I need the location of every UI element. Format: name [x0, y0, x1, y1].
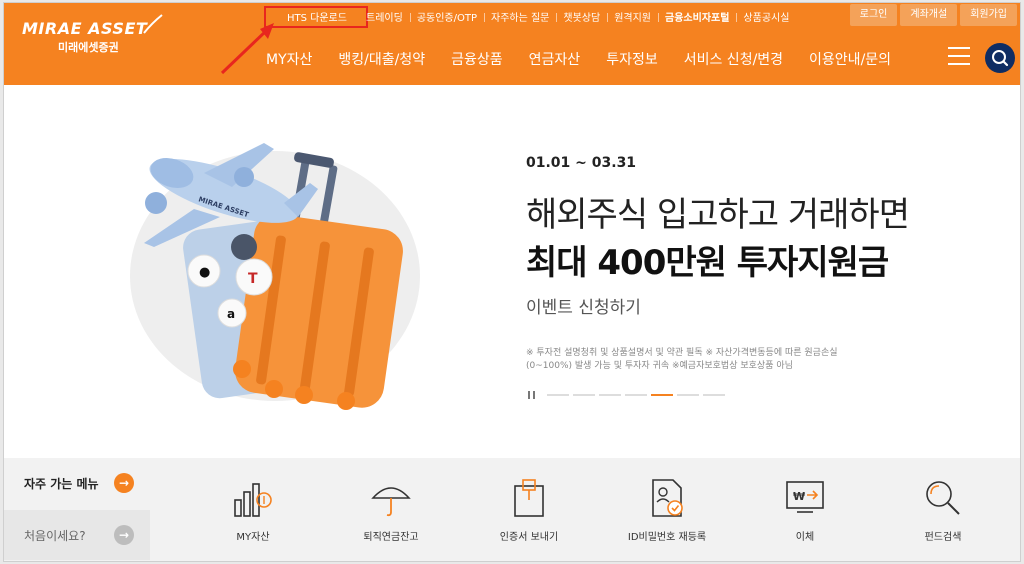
site-header: MIRAE ASSET 미래에셋증권 HTS 다운로드 트레이딩 공동인증/OT…	[4, 3, 1020, 85]
util-link-chatbot[interactable]: 챗봇상담	[556, 9, 607, 24]
event-disclaimer-line2: (0~100%) 발생 가능 및 투자자 귀속 ※예금자보호법상 보호상품 아님	[526, 361, 793, 371]
pause-icon[interactable]	[528, 391, 535, 399]
logo-subtext: 미래에셋증권	[58, 41, 119, 54]
logo-swoosh-icon	[143, 14, 163, 34]
logo[interactable]: MIRAE ASSET 미래에셋증권	[22, 14, 163, 55]
hamburger-menu-icon[interactable]	[948, 47, 970, 65]
quick-item-id-password[interactable]: ID비밀번호 재등록	[602, 478, 732, 543]
svg-text:a: a	[227, 307, 235, 321]
arrow-right-icon: →	[114, 525, 134, 545]
slide-indicator[interactable]	[625, 394, 647, 396]
quick-item-label: 퇴직연금잔고	[363, 532, 419, 543]
util-link-remote-support[interactable]: 원격지원	[607, 9, 658, 24]
transfer-icon: ₩	[786, 481, 824, 513]
browser-page: MIRAE ASSET 미래에셋증권 HTS 다운로드 트레이딩 공동인증/OT…	[3, 2, 1021, 562]
event-disclaimer-line1: ※ 투자전 설명청취 및 상품설명서 및 약관 필독 ※ 자산가격변동등에 따른…	[526, 348, 838, 358]
util-link-trading[interactable]: 트레이딩	[359, 9, 410, 24]
quick-item-transfer[interactable]: ₩ 이체	[740, 478, 870, 543]
hero-banner[interactable]: ● T a MIRAE ASSET 01.01 ~ 03.31 해외주식 입고하…	[4, 85, 1020, 457]
frequent-menu-tab[interactable]: 자주 가는 메뉴 →	[4, 458, 150, 508]
umbrella-icon	[371, 487, 411, 517]
quick-item-my-assets[interactable]: MY자산	[188, 478, 318, 543]
event-subheadline: 최대 400만원 투자지원금	[526, 243, 889, 283]
quick-menu-bar: 자주 가는 메뉴 → 처음이세요? → MY자산 퇴직연금잔고 인증서 보내기 …	[4, 458, 1020, 561]
quick-item-label: ID비밀번호 재등록	[627, 532, 707, 543]
logo-text: MIRAE ASSET	[22, 19, 148, 38]
utility-nav: 트레이딩 공동인증/OTP 자주하는 질문 챗봇상담 원격지원 금융소비자포털 …	[359, 7, 796, 25]
slide-indicator-active[interactable]	[651, 394, 673, 396]
login-button[interactable]: 로그인	[849, 4, 898, 26]
slide-indicator[interactable]	[573, 394, 595, 396]
event-disclaimer: ※ 투자전 설명청취 및 상품설명서 및 약관 필독 ※ 자산가격변동등에 따른…	[526, 347, 886, 373]
nav-service-request[interactable]: 서비스 신청/변경	[684, 49, 783, 69]
event-apply-link[interactable]: 이벤트 신청하기	[526, 293, 641, 318]
arrow-right-icon: →	[114, 473, 134, 493]
quick-item-retirement-pension[interactable]: 퇴직연금잔고	[326, 478, 456, 543]
asset-chart-icon	[234, 483, 272, 517]
suitcase-airplane-illustration: ● T a MIRAE ASSET	[144, 143, 403, 410]
quick-item-fund-search[interactable]: 펀드검색	[878, 478, 1008, 543]
slider-controls	[528, 391, 729, 399]
nav-banking[interactable]: 뱅킹/대출/청약	[338, 49, 425, 69]
id-document-icon	[652, 479, 683, 517]
slide-indicator[interactable]	[547, 394, 569, 396]
quick-item-label: 인증서 보내기	[499, 532, 559, 543]
open-account-button[interactable]: 계좌개설	[900, 4, 958, 26]
nav-help[interactable]: 이용안내/문의	[809, 49, 891, 69]
first-visit-label: 처음이세요?	[24, 528, 86, 543]
search-button[interactable]	[985, 43, 1015, 73]
first-visit-tab[interactable]: 처음이세요? →	[4, 510, 150, 560]
auth-buttons: 로그인 계좌개설 회원가입	[849, 4, 1017, 26]
quick-menu-side: 자주 가는 메뉴 → 처음이세요? →	[4, 458, 150, 561]
nav-pension[interactable]: 연금자산	[529, 49, 581, 69]
svg-text:●: ●	[199, 265, 210, 280]
slide-indicator[interactable]	[677, 394, 699, 396]
quick-item-label: 이체	[795, 532, 815, 543]
event-headline: 해외주식 입고하고 거래하면	[526, 195, 910, 235]
util-link-faq[interactable]: 자주하는 질문	[484, 9, 556, 24]
util-link-consumer-portal[interactable]: 금융소비자포털	[658, 9, 736, 24]
magnifier-icon	[926, 481, 960, 515]
nav-my-assets[interactable]: MY자산	[266, 49, 312, 69]
util-link-certificate-otp[interactable]: 공동인증/OTP	[409, 9, 484, 24]
util-link-product-disclosure[interactable]: 상품공시실	[736, 9, 796, 24]
main-nav: MY자산 뱅킹/대출/청약 금융상품 연금자산 투자정보 서비스 신청/변경 이…	[266, 49, 917, 69]
signup-button[interactable]: 회원가입	[960, 4, 1017, 26]
quick-item-label: MY자산	[236, 532, 270, 543]
nav-investment-info[interactable]: 투자정보	[606, 49, 658, 69]
slide-indicator[interactable]	[599, 394, 621, 396]
svg-text:T: T	[248, 271, 258, 287]
quick-item-label: 펀드검색	[924, 532, 962, 543]
event-period: 01.01 ~ 03.31	[526, 155, 637, 171]
util-link-hts-download[interactable]: HTS 다운로드	[287, 9, 347, 24]
slide-indicator[interactable]	[703, 394, 725, 396]
search-icon	[992, 50, 1009, 67]
svg-text:₩: ₩	[793, 490, 805, 503]
nav-financial-products[interactable]: 금융상품	[451, 49, 503, 69]
quick-item-send-certificate[interactable]: 인증서 보내기	[464, 478, 594, 543]
frequent-menu-label: 자주 가는 메뉴	[24, 476, 99, 491]
certificate-box-icon	[514, 479, 544, 517]
